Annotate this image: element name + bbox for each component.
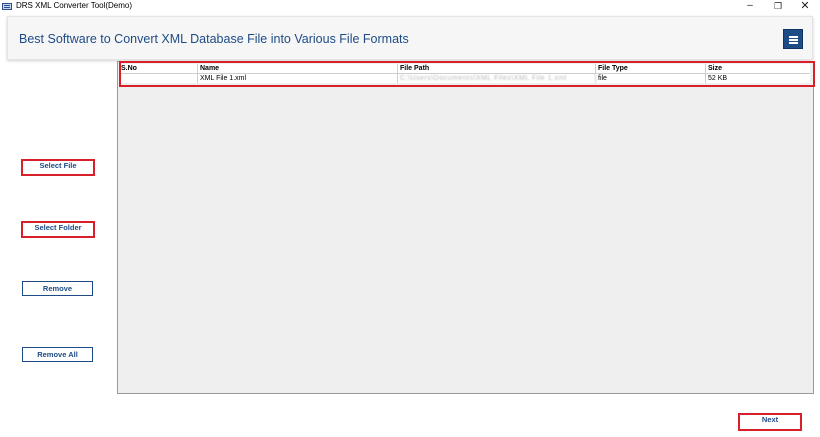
select-file-button[interactable]: Select File <box>21 159 95 176</box>
table-header-highlight <box>119 61 815 87</box>
restore-button[interactable]: ❐ <box>764 0 792 14</box>
app-icon <box>2 3 12 10</box>
file-list-panel <box>117 61 814 394</box>
remove-button[interactable]: Remove <box>22 281 93 296</box>
minimize-button[interactable]: – <box>736 0 764 14</box>
remove-all-button[interactable]: Remove All <box>22 347 93 362</box>
title-bar: DRS XML Converter Tool(Demo) – ❐ ✕ <box>0 0 820 14</box>
hamburger-menu-icon[interactable] <box>783 29 803 49</box>
next-button[interactable]: Next <box>738 413 802 431</box>
header-banner: Best Software to Convert XML Database Fi… <box>7 16 813 60</box>
window-title: DRS XML Converter Tool(Demo) <box>16 1 133 10</box>
page-title: Best Software to Convert XML Database Fi… <box>19 32 409 46</box>
select-folder-button[interactable]: Select Folder <box>21 221 95 238</box>
close-button[interactable]: ✕ <box>791 0 819 14</box>
